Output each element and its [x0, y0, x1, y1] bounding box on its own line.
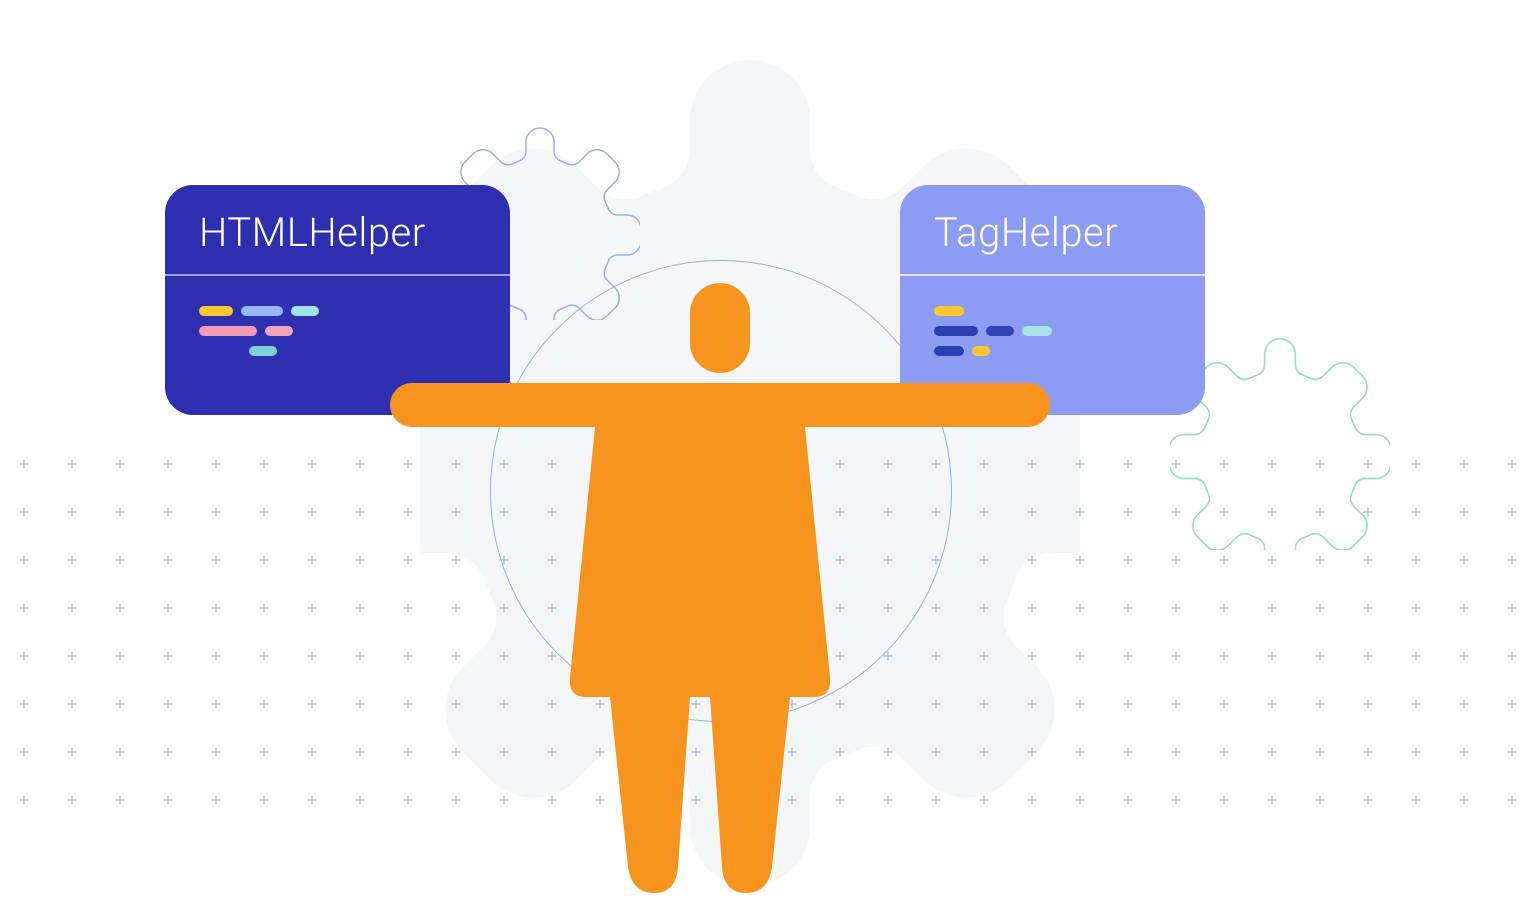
card-code-preview: [900, 276, 1205, 406]
tag-helper-card: TagHelper: [900, 185, 1205, 415]
circle-outline-icon: [490, 260, 952, 722]
card-code-preview: [165, 276, 510, 406]
html-helper-card: HTMLHelper: [165, 185, 510, 415]
card-title: TagHelper: [900, 185, 1205, 276]
card-title: HTMLHelper: [165, 185, 510, 276]
plus-dots-pattern: [0, 440, 1540, 840]
diagram-stage: HTMLHelper TagHelper: [0, 0, 1540, 920]
